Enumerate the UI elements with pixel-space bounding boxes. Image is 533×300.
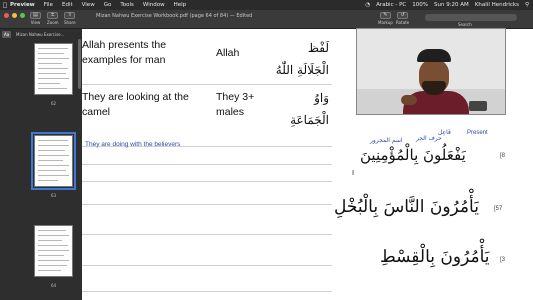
menu-app-name[interactable]: Preview <box>10 2 35 8</box>
row-divider <box>82 84 332 85</box>
annotation-ism-majrur: اسم المجرور <box>370 137 403 144</box>
word-role-2: They 3+ males <box>216 90 254 120</box>
status-area: ◔ Arabic - PC 100% Sun 9:20 AM Khalil He… <box>359 0 529 10</box>
view-button[interactable]: ▤ View <box>30 12 41 25</box>
markup-button[interactable]: ✎ Markup <box>378 12 393 25</box>
menu-go[interactable]: Go <box>104 2 112 8</box>
minimize-button[interactable] <box>12 13 17 18</box>
page-thumbnail[interactable] <box>34 225 73 277</box>
search-input[interactable] <box>425 14 517 21</box>
pen-icon: ✎ <box>379 12 391 19</box>
view-label: View <box>30 20 41 25</box>
row-divider <box>82 234 332 235</box>
arabic-label-1: لَفْظ الْجَلَالَةِ اللّٰهُ <box>275 41 329 77</box>
sidebar-icon: ▤ <box>30 12 41 19</box>
share-label: Share <box>64 20 76 25</box>
verse-number-3: [3 <box>500 257 506 263</box>
row-divider <box>82 291 332 292</box>
menu-help[interactable]: Help <box>174 2 187 8</box>
rotate-button[interactable]: ↺ Rotate <box>396 12 409 25</box>
window-toolbar: ▤ View ± Zoom ⇧ Share Mizan Nahwu Exerci… <box>0 10 533 29</box>
page-thumbnail[interactable] <box>34 43 73 95</box>
menu-view[interactable]: View <box>82 2 95 8</box>
zoom-icon: ± <box>47 12 59 19</box>
english-meaning-1: Allah presents the examples for man <box>82 38 166 68</box>
search-caption: Search <box>458 22 472 27</box>
share-icon: ⇧ <box>64 12 76 19</box>
text-cursor-icon: I <box>352 169 355 177</box>
presenter-hand <box>401 95 417 105</box>
verse-2: يَأْمُرُونَ النَّاسَ بِالْبُخْلِ <box>334 197 479 217</box>
share-button[interactable]: ⇧ Share <box>64 12 76 25</box>
menu-bar:  Preview File Edit View Go Tools Window… <box>0 0 533 10</box>
english-meaning-text: Allah presents the examples for man <box>82 39 167 66</box>
row-divider <box>82 181 332 182</box>
page-number: 63 <box>50 193 57 198</box>
user-name[interactable]: Khalil Hendricks <box>475 2 519 8</box>
presenter-cap <box>417 49 451 62</box>
zoom-label: Zoom <box>47 20 59 25</box>
verse-3: يَأْمُرُونَ بِالْقِسْطِ <box>380 247 490 267</box>
word-role-text: They 3+ males <box>216 91 255 118</box>
microphone-icon <box>469 101 487 111</box>
menu-window[interactable]: Window <box>143 2 165 8</box>
english-meaning-text: They are looking at the camel <box>82 91 189 118</box>
close-button[interactable] <box>4 13 9 18</box>
english-meaning-2: They are looking at the camel <box>82 90 189 120</box>
wifi-icon[interactable]: ◔ <box>365 2 370 8</box>
menu-file[interactable]: File <box>44 2 53 8</box>
markup-label: Markup <box>378 20 393 25</box>
webcam-video[interactable] <box>356 28 506 115</box>
page-thumbnail-selected[interactable] <box>31 132 76 190</box>
screen:  Preview File Edit View Go Tools Window… <box>0 0 533 300</box>
page-number: 64 <box>50 283 57 288</box>
sidebar-tab-document[interactable]: Mizan Nahwu Exercise... <box>14 31 78 38</box>
sidebar-scrollbar[interactable] <box>78 39 81 89</box>
handwritten-note: They are doing with the believers <box>85 141 181 148</box>
battery-percent[interactable]: 100% <box>412 2 428 8</box>
annotation-present: Present <box>467 130 488 136</box>
rotate-icon: ↺ <box>397 12 409 19</box>
row-divider <box>82 164 332 165</box>
row-divider <box>82 204 332 205</box>
menu-tools[interactable]: Tools <box>120 2 134 8</box>
input-source[interactable]: Arabic - PC <box>376 2 406 8</box>
verse-1: يَفْعَلُونَ بِالْمُؤْمِنِينَ <box>360 146 466 164</box>
menu-edit[interactable]: Edit <box>62 2 73 8</box>
rotate-label: Rotate <box>396 20 410 25</box>
zoom-button[interactable]: ± Zoom <box>47 12 59 25</box>
sidebar-tabs: Aa Mizan Nahwu Exercise... <box>0 31 82 39</box>
window-controls <box>4 13 28 18</box>
apple-icon[interactable]:  <box>0 2 10 9</box>
annotation-harf-jar: حرف الجر <box>416 135 442 142</box>
document-title: Mizan Nahwu Exercise Workbook.pdf (page … <box>96 13 253 19</box>
fullscreen-button[interactable] <box>20 13 25 18</box>
arabic-label-2: وَاوُ الْجَمَاعَةِ <box>290 91 329 127</box>
row-divider <box>82 265 332 266</box>
thumbnail-sidebar: Aa Mizan Nahwu Exercise... 62 63 64 <box>0 29 82 300</box>
sidebar-tab-text[interactable]: Aa <box>2 31 12 38</box>
verse-number-1: [8 <box>500 153 506 159</box>
verse-number-2: [57 <box>494 206 503 212</box>
page-number: 62 <box>50 101 57 106</box>
clock[interactable]: Sun 9:20 AM <box>434 2 469 8</box>
search-icon[interactable]: ⚲ <box>525 2 529 8</box>
word-role-1: Allah <box>216 47 240 59</box>
